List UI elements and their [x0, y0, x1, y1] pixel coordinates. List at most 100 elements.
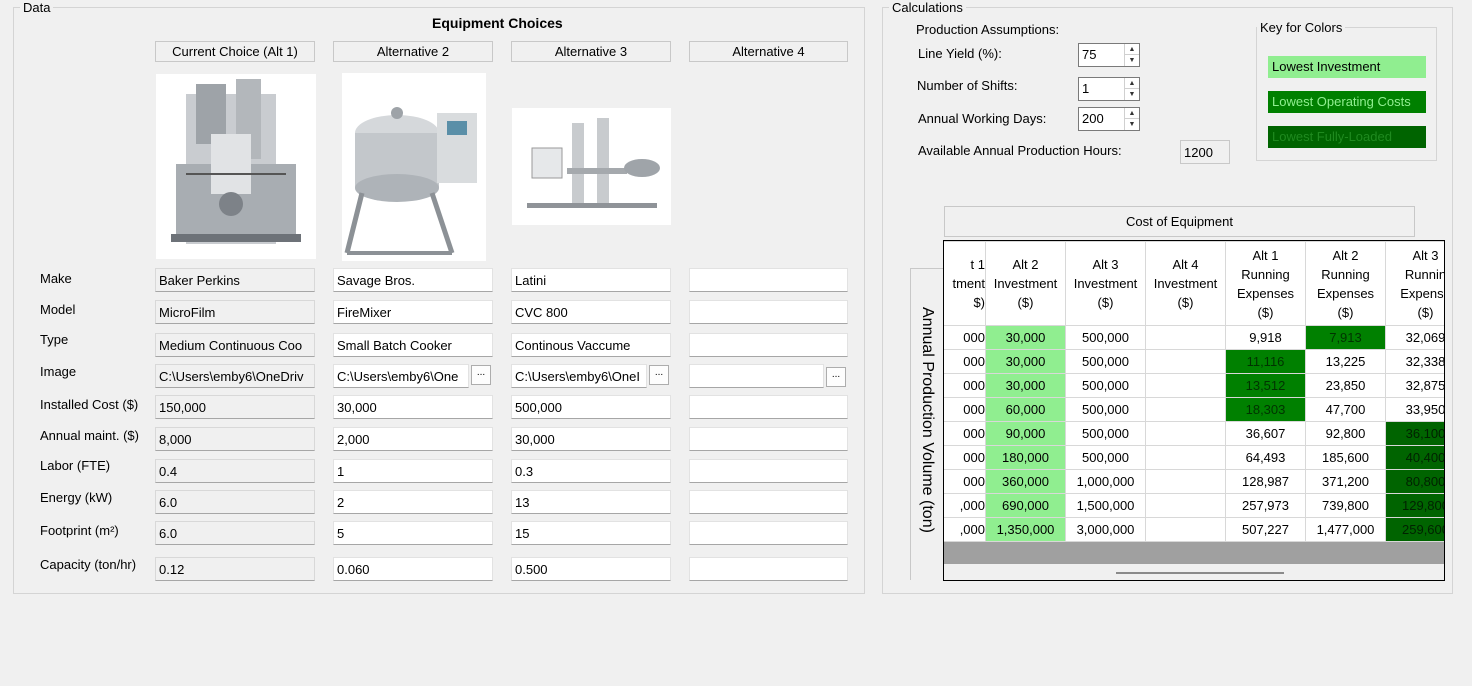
line-yield-spinbox[interactable]: 75 ▲ ▼ — [1078, 43, 1140, 67]
cost-cell[interactable]: 500,000 — [1065, 421, 1146, 446]
alt2-footprint-input[interactable]: 5 — [333, 521, 493, 545]
line-yield-arrows[interactable]: ▲ ▼ — [1124, 44, 1139, 66]
alt3-image-path-input[interactable]: C:\Users\emby6\OneI — [511, 364, 647, 388]
alt2-capacity-input[interactable]: 0.060 — [333, 557, 493, 581]
alt2-make-input[interactable]: Savage Bros. — [333, 268, 493, 292]
cost-cell[interactable]: 000 — [944, 445, 986, 470]
cost-cell[interactable]: 000 — [944, 325, 986, 350]
cost-cell[interactable]: ,000 — [944, 517, 986, 542]
cost-cell[interactable]: 000 — [944, 421, 986, 446]
alt2-model-input[interactable]: FireMixer — [333, 300, 493, 324]
cost-cell[interactable]: 60,000 — [985, 397, 1066, 422]
cost-cell[interactable]: 23,850 — [1305, 373, 1386, 398]
cost-cell[interactable]: 90,000 — [985, 421, 1066, 446]
cost-cell[interactable]: 80,800 — [1385, 469, 1444, 494]
spin-down-icon[interactable]: ▼ — [1125, 89, 1139, 100]
horizontal-scrollbar[interactable] — [1116, 572, 1284, 574]
cost-cell[interactable]: 40,400 — [1385, 445, 1444, 470]
cost-cell[interactable]: 690,000 — [985, 493, 1066, 518]
cost-cell[interactable]: 360,000 — [985, 469, 1066, 494]
cost-cell[interactable] — [1145, 493, 1226, 518]
cost-cell[interactable]: 47,700 — [1305, 397, 1386, 422]
cost-cell[interactable]: 36,607 — [1225, 421, 1306, 446]
cost-cell[interactable]: 18,303 — [1225, 397, 1306, 422]
cost-cell[interactable]: 32,338 — [1385, 349, 1444, 374]
cost-cell[interactable]: 500,000 — [1065, 397, 1146, 422]
spin-up-icon[interactable]: ▲ — [1125, 78, 1139, 89]
cost-cell[interactable]: 259,600 — [1385, 517, 1444, 542]
alt3-model-input[interactable]: CVC 800 — [511, 300, 671, 324]
alt4-capacity-input[interactable] — [689, 557, 848, 581]
cost-cell[interactable]: 92,800 — [1305, 421, 1386, 446]
cost-cell[interactable]: 129,800 — [1385, 493, 1444, 518]
cost-cell[interactable]: 185,600 — [1305, 445, 1386, 470]
alt3-capacity-input[interactable]: 0.500 — [511, 557, 671, 581]
cost-cell[interactable]: 128,987 — [1225, 469, 1306, 494]
alt4-browse-button[interactable]: ... — [826, 367, 846, 387]
cost-cell[interactable]: 3,000,000 — [1065, 517, 1146, 542]
cost-cell[interactable]: 500,000 — [1065, 349, 1146, 374]
alt4-make-input[interactable] — [689, 268, 848, 292]
alt2-labor-input[interactable]: 1 — [333, 459, 493, 483]
cost-cell[interactable]: 32,875 — [1385, 373, 1444, 398]
alt4-model-input[interactable] — [689, 300, 848, 324]
cost-cell[interactable]: ,000 — [944, 493, 986, 518]
spin-down-icon[interactable]: ▼ — [1125, 119, 1139, 130]
alt4-labor-input[interactable] — [689, 459, 848, 483]
alt2-installed-cost-input[interactable]: 30,000 — [333, 395, 493, 419]
cost-cell[interactable] — [1145, 397, 1226, 422]
cost-cell[interactable]: 1,477,000 — [1305, 517, 1386, 542]
cost-cell[interactable] — [1145, 517, 1226, 542]
shifts-arrows[interactable]: ▲ ▼ — [1124, 78, 1139, 100]
cost-cell[interactable]: 13,225 — [1305, 349, 1386, 374]
cost-cell[interactable]: 32,069 — [1385, 325, 1444, 350]
alt4-footprint-input[interactable] — [689, 521, 848, 545]
cost-cell[interactable]: 180,000 — [985, 445, 1066, 470]
cost-cell[interactable]: 7,913 — [1305, 325, 1386, 350]
cost-cell[interactable]: 257,973 — [1225, 493, 1306, 518]
cost-cell[interactable] — [1145, 421, 1226, 446]
cost-cell[interactable]: 30,000 — [985, 373, 1066, 398]
alt4-type-input[interactable] — [689, 333, 848, 357]
cost-cell[interactable] — [1145, 325, 1226, 350]
cost-cell[interactable] — [1145, 373, 1226, 398]
alt2-energy-input[interactable]: 2 — [333, 490, 493, 514]
cost-cell[interactable]: 500,000 — [1065, 373, 1146, 398]
cost-cell[interactable] — [1145, 469, 1226, 494]
cost-cell[interactable]: 1,500,000 — [1065, 493, 1146, 518]
cost-cell[interactable]: 33,950 — [1385, 397, 1444, 422]
spin-up-icon[interactable]: ▲ — [1125, 108, 1139, 119]
cost-cell[interactable]: 1,350,000 — [985, 517, 1066, 542]
cost-cell[interactable]: 11,116 — [1225, 349, 1306, 374]
cost-cell[interactable]: 000 — [944, 469, 986, 494]
cost-cell[interactable]: 64,493 — [1225, 445, 1306, 470]
alt2-type-input[interactable]: Small Batch Cooker — [333, 333, 493, 357]
cost-cell[interactable]: 500,000 — [1065, 325, 1146, 350]
alt4-annual-maint-input[interactable] — [689, 427, 848, 451]
cost-cell[interactable]: 9,918 — [1225, 325, 1306, 350]
working-days-arrows[interactable]: ▲ ▼ — [1124, 108, 1139, 130]
shifts-spinbox[interactable]: 1 ▲ ▼ — [1078, 77, 1140, 101]
cost-cell[interactable] — [1145, 349, 1226, 374]
alt2-annual-maint-input[interactable]: 2,000 — [333, 427, 493, 451]
cost-cell[interactable]: 30,000 — [985, 325, 1066, 350]
alt3-footprint-input[interactable]: 15 — [511, 521, 671, 545]
cost-cell[interactable]: 13,512 — [1225, 373, 1306, 398]
cost-cell[interactable]: 36,100 — [1385, 421, 1444, 446]
cost-cell[interactable] — [1145, 445, 1226, 470]
cost-cell[interactable]: 739,800 — [1305, 493, 1386, 518]
alt3-annual-maint-input[interactable]: 30,000 — [511, 427, 671, 451]
cost-cell[interactable]: 1,000,000 — [1065, 469, 1146, 494]
alt3-energy-input[interactable]: 13 — [511, 490, 671, 514]
cost-cell[interactable]: 30,000 — [985, 349, 1066, 374]
alt2-browse-button[interactable]: ... — [471, 365, 491, 385]
cost-cell[interactable]: 000 — [944, 373, 986, 398]
cost-cell[interactable]: 371,200 — [1305, 469, 1386, 494]
alt3-make-input[interactable]: Latini — [511, 268, 671, 292]
alt2-image-path-input[interactable]: C:\Users\emby6\One — [333, 364, 469, 388]
cost-cell[interactable]: 000 — [944, 349, 986, 374]
spin-up-icon[interactable]: ▲ — [1125, 44, 1139, 55]
alt3-labor-input[interactable]: 0.3 — [511, 459, 671, 483]
working-days-spinbox[interactable]: 200 ▲ ▼ — [1078, 107, 1140, 131]
cost-table-viewport[interactable]: t 1 tment $) Alt 2 Investment ($) Alt 3 Investm… — [943, 240, 1445, 581]
